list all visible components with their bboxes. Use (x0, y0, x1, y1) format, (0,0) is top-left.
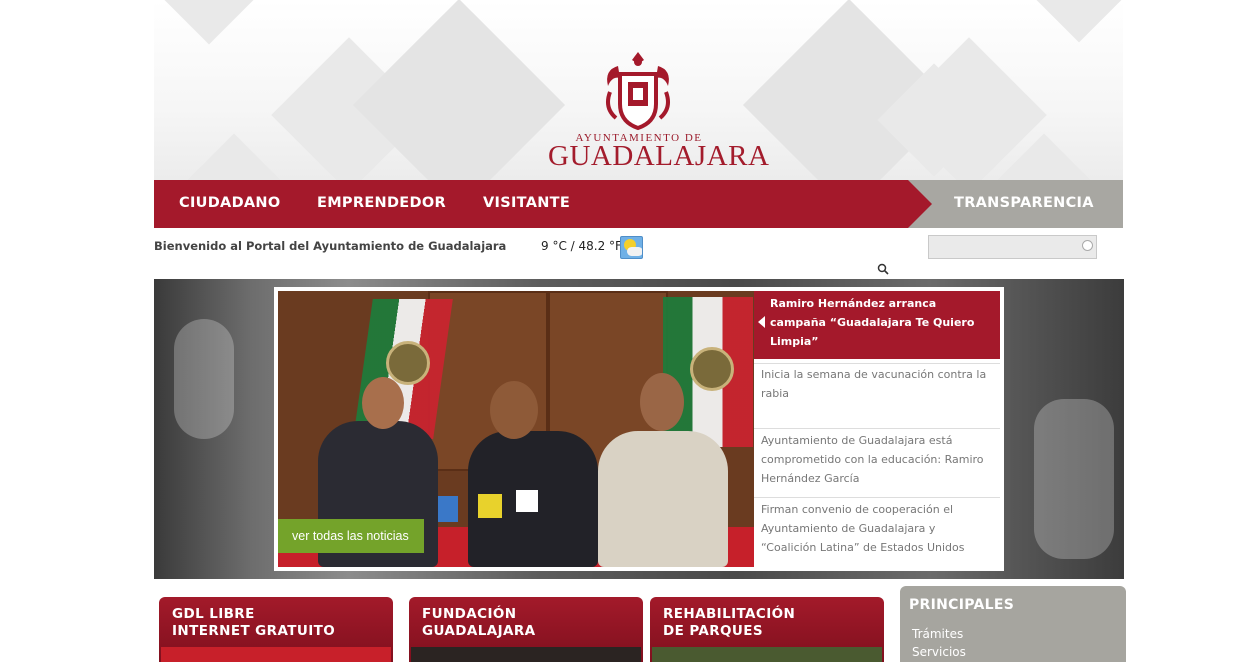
nav-transparencia[interactable]: TRANSPARENCIA (954, 195, 1094, 211)
card-title-line: DE PARQUES (663, 623, 764, 639)
card-rehabilitacion[interactable]: REHABILITACIÓN DE PARQUES (650, 597, 884, 662)
cloud-shape (627, 247, 642, 256)
bg-diamond (1036, 0, 1122, 43)
person-right (598, 431, 728, 567)
card-title: GDL LIBRE INTERNET GRATUITO (172, 606, 335, 640)
person-head (490, 381, 538, 439)
search-input[interactable] (929, 236, 1079, 258)
news-list: Ramiro Hernández arranca campaña “Guadal… (754, 291, 1000, 567)
card-title-line: FUNDACIÓN (422, 606, 517, 622)
bg-figure (174, 319, 234, 439)
card-title-line: INTERNET GRATUITO (172, 623, 336, 639)
link-servicios[interactable]: Servicios (912, 645, 966, 659)
nav-arrow (908, 180, 932, 228)
flag-emblem (690, 347, 734, 391)
search-icon[interactable] (877, 263, 889, 275)
see-all-news-button[interactable]: ver todas las noticias (278, 519, 424, 553)
card-gdl-libre[interactable]: GDL LIBRE INTERNET GRATUITO (159, 597, 393, 662)
main-nav: CIUDADANO EMPRENDEDOR VISITANTE TRANSPAR… (154, 180, 1123, 228)
principales-box: PRINCIPALES Trámites Servicios (900, 586, 1126, 662)
search-clear-icon[interactable] (1082, 240, 1093, 251)
page: AYUNTAMIENTO DE GUADALAJARA CIUDADANO EM… (0, 0, 1259, 662)
news-item-active[interactable]: Ramiro Hernández arranca campaña “Guadal… (754, 291, 1000, 359)
news-pointer-arrow (758, 316, 765, 328)
card-image (652, 647, 882, 662)
card-title: FUNDACIÓN GUADALAJARA (422, 606, 536, 640)
bg-diamond (177, 133, 291, 180)
link-tramites[interactable]: Trámites (912, 627, 963, 641)
coat-of-arms-icon (606, 52, 670, 131)
person-head (640, 373, 684, 431)
mic-flag (438, 496, 458, 522)
mic-flag (478, 494, 502, 518)
mic-flag (516, 490, 538, 512)
bg-figure (1034, 399, 1114, 559)
logo-title: GUADALAJARA (548, 140, 770, 172)
nav-visitante[interactable]: VISITANTE (483, 195, 570, 211)
news-item[interactable]: Firman convenio de cooperación el Ayunta… (754, 497, 1000, 567)
bg-diamond (159, 0, 259, 45)
news-item[interactable]: Inicia la semana de vacunación contra la… (754, 363, 1000, 428)
card-image (411, 647, 641, 662)
card-title: REHABILITACIÓN DE PARQUES (663, 606, 795, 640)
site-logo[interactable]: AYUNTAMIENTO DE GUADALAJARA (548, 48, 770, 172)
person-head (362, 377, 404, 429)
news-item[interactable]: Ayuntamiento de Guadalajara está comprom… (754, 428, 1000, 497)
card-title-line: GDL LIBRE (172, 606, 255, 622)
nav-emprendedor[interactable]: EMPRENDEDOR (317, 195, 446, 211)
principales-title: PRINCIPALES (909, 597, 1015, 613)
card-image (161, 647, 391, 662)
partly-cloudy-icon (620, 236, 643, 259)
flag-emblem (386, 341, 430, 385)
weather-temperature: 9 °C / 48.2 °F (541, 239, 622, 253)
card-title-line: GUADALAJARA (422, 623, 536, 639)
microphones (438, 476, 538, 546)
card-title-line: REHABILITACIÓN (663, 606, 796, 622)
search-field (928, 235, 1097, 259)
card-fundacion[interactable]: FUNDACIÓN GUADALAJARA (409, 597, 643, 662)
welcome-text: Bienvenido al Portal del Ayuntamiento de… (154, 239, 507, 253)
nav-ciudadano[interactable]: CIUDADANO (179, 195, 281, 211)
